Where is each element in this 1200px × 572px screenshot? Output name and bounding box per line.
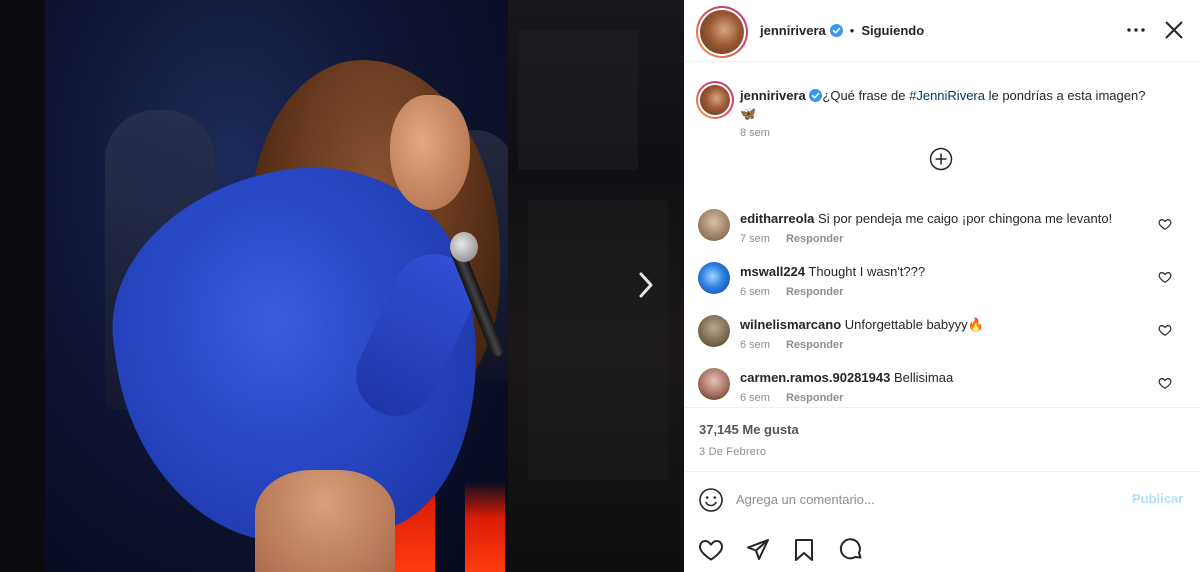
commenter-username[interactable]: editharreola bbox=[740, 211, 814, 226]
reply-button[interactable]: Responder bbox=[786, 233, 843, 245]
caption-avatar[interactable] bbox=[696, 81, 734, 119]
post-actions bbox=[684, 525, 1200, 572]
caption-body-end: le pondrías a esta imagen? bbox=[984, 88, 1146, 103]
comment-body: Bellisimaa bbox=[893, 370, 954, 385]
comment-timestamp[interactable]: 6 sem bbox=[740, 392, 770, 404]
comment-item: editharreola Si por pendeja me caigo ¡po… bbox=[698, 209, 1188, 253]
heart-icon[interactable] bbox=[1158, 217, 1172, 231]
comment-icon[interactable] bbox=[838, 537, 864, 563]
post-header: jennirivera • Siguiendo bbox=[684, 0, 1200, 62]
commenter-username[interactable]: wilnelismarcano bbox=[740, 317, 841, 332]
caption-timestamp[interactable]: 8 sem bbox=[740, 127, 770, 139]
commenter-avatar[interactable] bbox=[698, 368, 730, 400]
close-icon bbox=[1165, 21, 1183, 39]
comment-item: mswall224 Thought I wasn't??? 6 sem Resp… bbox=[698, 262, 1188, 306]
post-photo bbox=[45, 0, 508, 572]
verified-badge-icon bbox=[829, 24, 843, 37]
commenter-username[interactable]: mswall224 bbox=[740, 264, 805, 279]
author-avatar[interactable] bbox=[696, 6, 748, 58]
comment-timestamp[interactable]: 6 sem bbox=[740, 286, 770, 298]
comments-list[interactable]: jennirivera ¿Qué frase de #JenniRivera l… bbox=[684, 63, 1200, 407]
emoji-icon[interactable] bbox=[698, 487, 724, 513]
chevron-right-icon bbox=[639, 272, 653, 298]
comment-item: carmen.ramos.90281943 Bellisimaa 6 sem R… bbox=[698, 368, 1188, 407]
heart-icon[interactable] bbox=[698, 537, 724, 563]
comment-text: mswall224 Thought I wasn't??? bbox=[740, 264, 925, 279]
heart-icon[interactable] bbox=[1158, 376, 1172, 390]
author-username[interactable]: jennirivera bbox=[760, 23, 826, 38]
comment-text: carmen.ramos.90281943 Bellisimaa bbox=[740, 370, 953, 385]
more-options-button[interactable] bbox=[1124, 20, 1148, 40]
post-date[interactable]: 3 De Febrero bbox=[699, 446, 766, 458]
heart-icon[interactable] bbox=[1158, 270, 1172, 284]
comment-body: Si por pendeja me caigo ¡por chingona me… bbox=[818, 211, 1113, 226]
reply-button[interactable]: Responder bbox=[786, 339, 843, 351]
separator-dot: • bbox=[849, 23, 855, 38]
share-icon[interactable] bbox=[745, 537, 771, 563]
next-post-button[interactable] bbox=[632, 270, 660, 300]
commenter-username[interactable]: carmen.ramos.90281943 bbox=[740, 370, 890, 385]
following-button[interactable]: Siguiendo bbox=[861, 23, 924, 38]
more-options-icon bbox=[1127, 28, 1145, 32]
commenter-avatar[interactable] bbox=[698, 209, 730, 241]
caption-hashtag-link[interactable]: #JenniRivera bbox=[909, 88, 985, 103]
caption-body-start: ¿Qué frase de bbox=[822, 88, 910, 103]
post-detail-panel: jennirivera • Siguiendo jennirivera ¿Qué… bbox=[684, 0, 1200, 572]
commenter-avatar[interactable] bbox=[698, 315, 730, 347]
caption-text: jennirivera ¿Qué frase de #JenniRivera l… bbox=[740, 87, 1180, 123]
comment-text: wilnelismarcano Unforgettable babyyy🔥 bbox=[740, 317, 984, 333]
comment-input[interactable] bbox=[736, 482, 1116, 516]
caption-username[interactable]: jennirivera bbox=[740, 88, 806, 103]
publish-button[interactable]: Publicar bbox=[1132, 491, 1183, 506]
comment-timestamp[interactable]: 7 sem bbox=[740, 233, 770, 245]
caption-emoji: 🦋 bbox=[740, 106, 757, 121]
likes-count[interactable]: 37,145 Me gusta bbox=[699, 422, 799, 437]
comment-timestamp[interactable]: 6 sem bbox=[740, 339, 770, 351]
close-button[interactable] bbox=[1160, 16, 1188, 44]
bookmark-icon[interactable] bbox=[791, 537, 817, 563]
heart-icon[interactable] bbox=[1158, 323, 1172, 337]
comment-text: editharreola Si por pendeja me caigo ¡po… bbox=[740, 211, 1112, 226]
verified-badge-icon bbox=[809, 89, 823, 102]
post-media bbox=[0, 0, 684, 572]
commenter-avatar[interactable] bbox=[698, 262, 730, 294]
reply-button[interactable]: Responder bbox=[786, 286, 843, 298]
comment-item: wilnelismarcano Unforgettable babyyy🔥 6 … bbox=[698, 315, 1188, 359]
post-stats: 37,145 Me gusta 3 De Febrero bbox=[684, 407, 1200, 471]
load-more-comments-button[interactable] bbox=[929, 147, 953, 171]
reply-button[interactable]: Responder bbox=[786, 392, 843, 404]
plus-circle-icon bbox=[929, 147, 953, 171]
comment-body: Unforgettable babyyy🔥 bbox=[844, 317, 984, 332]
comment-body: Thought I wasn't??? bbox=[808, 264, 926, 279]
add-comment-bar: Publicar bbox=[684, 471, 1200, 525]
